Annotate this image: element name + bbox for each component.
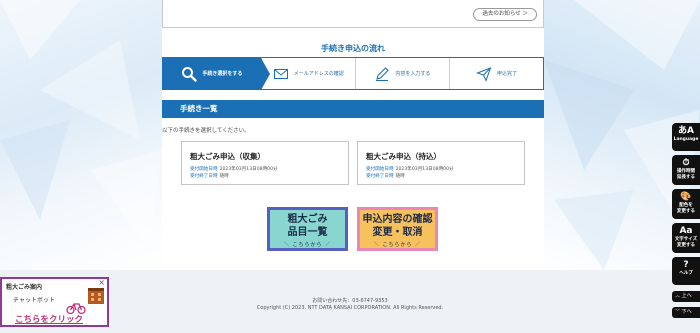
confirm-sub: ＼ こちらから ／	[373, 242, 422, 248]
card-start-label: 受付開始日時	[190, 167, 218, 172]
card-end-value: 随時	[395, 174, 405, 179]
chatbot-title: 粗大ごみ案内	[6, 284, 43, 291]
font-size-label-1: 文字サイズ	[674, 237, 698, 242]
card-start-value: 2023年03月13日08時00分	[395, 167, 454, 172]
flow-title: 手続き申込の流れ	[321, 44, 385, 53]
flow-step-label: 内容を入力する	[395, 71, 431, 77]
card-end-line: 受付終了日時 随時	[190, 173, 348, 180]
flow-step-mail: メールアドレスの確認	[260, 58, 355, 89]
scroll-down-label: 下へ	[681, 309, 692, 315]
pencil-icon	[376, 66, 390, 81]
procedure-instruction: 以下の手続きを選択してください。	[162, 128, 250, 134]
flow-step-label: 申込完了	[496, 71, 517, 77]
flow-step-input: 内容を入力する	[354, 58, 449, 89]
chevron-up-icon: ︿	[675, 293, 681, 299]
scroll-up-label: 上へ	[681, 293, 692, 299]
card-start-line: 受付開始日時 2023年03月13日08時00分	[366, 166, 524, 173]
scroll-down-button[interactable]: ﹀ 下へ	[672, 307, 700, 318]
font-size-button[interactable]: Aa 文字サイズ 変更する	[672, 223, 700, 253]
font-size-icon: Aa	[679, 226, 693, 236]
extend-time-label-2: 延長する	[677, 174, 695, 180]
card-start-label: 受付開始日時	[366, 167, 394, 172]
chatbot-banner[interactable]: 粗大ごみ案内 チャットボット こちらをクリック ×	[0, 277, 109, 327]
search-icon	[182, 66, 198, 82]
flow-step-select: 手続き選択をする	[163, 58, 270, 90]
card-end-label: 受付終了日時	[366, 174, 394, 179]
card-title: 粗大ごみ申込（持込）	[366, 152, 441, 161]
item-list-sub: ＼ こちらから ／	[283, 242, 332, 248]
color-scheme-button[interactable]: 🎨 配色を 変更する	[672, 189, 700, 219]
card-end-label: 受付終了日時	[190, 174, 218, 179]
past-notices-button[interactable]: 過去のお知らせ ＞	[473, 8, 537, 21]
color-scheme-label-2: 変更する	[677, 208, 695, 214]
confirm-line2: 変更・取消	[372, 227, 423, 238]
bicycle-icon	[66, 303, 86, 315]
main-content: 過去のお知らせ ＞ 手続き申込の流れ 手続き選択をする メールアドレスの確認 内…	[162, 0, 544, 270]
card-start-value: 2023年03月13日08時00分	[219, 167, 278, 172]
confirm-line1: 申込内容の確認	[362, 214, 433, 225]
font-size-label-2: 変更する	[677, 242, 695, 248]
language-button[interactable]: あA Language	[672, 123, 700, 151]
polygon-pattern-left	[0, 0, 162, 250]
scroll-up-button[interactable]: ︿ 上へ	[672, 291, 700, 302]
flow-step-label: 手続き選択をする	[202, 71, 243, 77]
flow-step-complete: 申込完了	[448, 58, 543, 89]
palette-icon: 🎨	[680, 192, 692, 202]
card-start-line: 受付開始日時 2023年03月13日08時00分	[190, 166, 348, 173]
chevron-down-icon: ﹀	[675, 309, 681, 315]
notice-box: 過去のお知らせ ＞	[162, 0, 544, 28]
chatbot-subtitle: チャットボット	[13, 297, 55, 304]
item-list-line2: 品目一覧	[287, 227, 328, 238]
language-label: Language	[673, 137, 699, 142]
stopwatch-icon: ⏱	[682, 158, 690, 168]
item-list-line1: 粗大ごみ	[287, 214, 328, 225]
card-title: 粗大ごみ申込（収集）	[190, 152, 265, 161]
flow-steps: 手続き選択をする メールアドレスの確認 内容を入力する 申込完了	[162, 57, 544, 90]
help-button[interactable]: ? ヘルプ	[672, 257, 700, 285]
mail-icon	[273, 68, 288, 79]
confirm-application-button[interactable]: 申込内容の確認 変更・取消 ＼ こちらから ／	[357, 207, 438, 251]
background-left-decoration	[0, 0, 162, 270]
language-icon: あA	[678, 126, 694, 136]
building-icon	[88, 288, 104, 304]
procedure-list-header: 手続き一覧	[162, 100, 544, 118]
extend-time-button[interactable]: ⏱ 操作時間 延長する	[672, 155, 700, 185]
send-icon	[475, 66, 492, 82]
card-end-line: 受付終了日時 随時	[366, 173, 524, 180]
help-icon: ?	[683, 260, 689, 270]
flow-step-label: メールアドレスの確認	[293, 71, 344, 77]
item-list-button[interactable]: 粗大ごみ 品目一覧 ＼ こちらから ／	[267, 207, 348, 251]
help-label: ヘルプ	[679, 271, 693, 276]
card-end-value: 随時	[219, 174, 229, 179]
procedure-card-collection[interactable]: 粗大ごみ申込（収集） 受付開始日時 2023年03月13日08時00分 受付終了日…	[181, 141, 349, 185]
procedure-card-dropoff[interactable]: 粗大ごみ申込（持込） 受付開始日時 2023年03月13日08時00分 受付終了日…	[357, 141, 525, 185]
